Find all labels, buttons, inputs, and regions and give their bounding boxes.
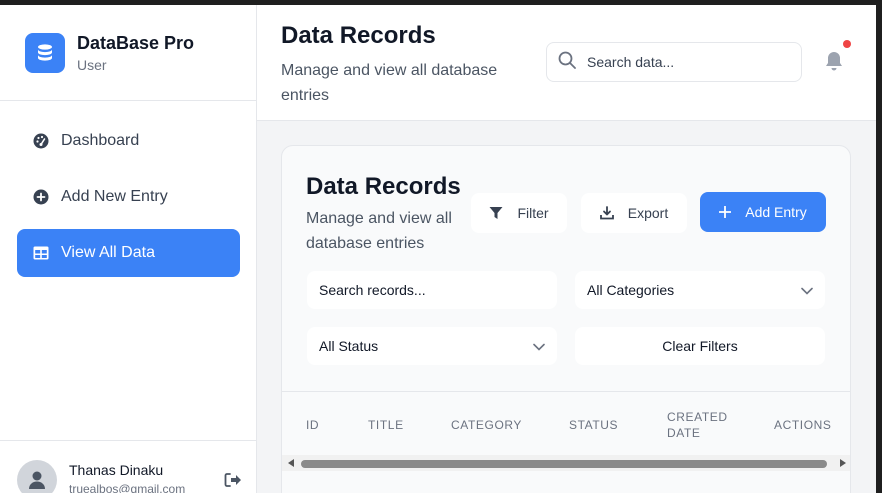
sidebar-item-label: Dashboard [61,132,140,149]
clear-filters-label: Clear Filters [662,338,738,354]
page-subtitle: Manage and view all database entries [281,62,498,104]
chevron-down-icon [533,338,545,354]
chevron-down-icon [801,282,813,298]
clear-filters-button[interactable]: Clear Filters [575,327,825,365]
scroll-left-arrow-icon[interactable] [288,459,294,467]
header-search-placeholder: Search data... [587,54,675,70]
sidebar-divider [0,100,257,101]
column-header-actions: ACTIONS [774,418,832,432]
card-subtitle: Manage and view all database entries [306,210,452,252]
status-select[interactable]: All Status [307,327,557,365]
filter-icon [489,206,503,220]
column-header-created-date: CREATED DATE [667,410,728,440]
dashboard-icon [32,132,50,150]
plus-icon [719,206,732,218]
horizontal-scrollbar[interactable] [282,455,850,471]
scroll-right-arrow-icon[interactable] [840,459,846,467]
status-select-value: All Status [319,338,379,354]
filter-button[interactable]: Filter [471,193,567,233]
records-search-placeholder: Search records... [319,282,426,298]
sidebar-nav: Dashboard Add New Entry View All Data [17,117,240,285]
sidebar-item-add-new-entry[interactable]: Add New Entry [17,173,240,221]
table-header: ID TITLE CATEGORY STATUS CREATED DATE AC… [282,391,850,455]
header-search-input[interactable]: Search data... [546,42,802,82]
column-header-status: STATUS [569,418,619,432]
sidebar: DataBase Pro User Dashboard Add New Entr… [0,5,257,493]
column-header-id: ID [306,418,320,432]
download-icon [599,206,614,220]
add-entry-button-label: Add Entry [745,204,807,220]
top-header: Data Records Manage and view all databas… [257,5,876,121]
sidebar-item-label: View All Data [61,244,155,261]
brand: DataBase Pro User [25,32,194,73]
scrollbar-thumb[interactable] [301,460,827,468]
add-entry-button[interactable]: Add Entry [700,192,826,232]
export-button-label: Export [627,205,669,221]
user-email: truealbos@gmail.com [69,482,186,493]
bell-icon[interactable] [823,50,845,77]
sidebar-item-label: Add New Entry [61,188,168,205]
search-icon [558,51,576,74]
column-header-title: TITLE [368,418,404,432]
brand-title: DataBase Pro [77,33,195,53]
records-search-input[interactable]: Search records... [307,271,557,309]
records-card: Data Records Manage and view all databas… [281,145,851,493]
notification-badge [843,40,851,48]
main-content: Data Records Manage and view all databas… [257,121,876,493]
sidebar-item-dashboard[interactable]: Dashboard [17,117,240,165]
card-title: Data Records [306,173,461,200]
window-frame-right [876,0,882,493]
page-title: Data Records [281,22,436,49]
user-name: Thanas Dinaku [69,462,164,478]
logout-icon[interactable] [224,472,242,493]
brand-subtitle: User [77,57,107,73]
table-icon [32,244,50,262]
user-icon [17,460,57,493]
export-button[interactable]: Export [581,193,687,233]
database-icon [25,32,65,73]
category-select[interactable]: All Categories [575,271,825,309]
category-select-value: All Categories [587,282,675,298]
column-header-category: CATEGORY [451,418,523,432]
user-profile: Thanas Dinaku truealbos@gmail.com [0,440,257,493]
filter-button-label: Filter [517,205,549,221]
sidebar-item-view-all-data[interactable]: View All Data [17,229,240,277]
plus-circle-icon [32,188,50,206]
